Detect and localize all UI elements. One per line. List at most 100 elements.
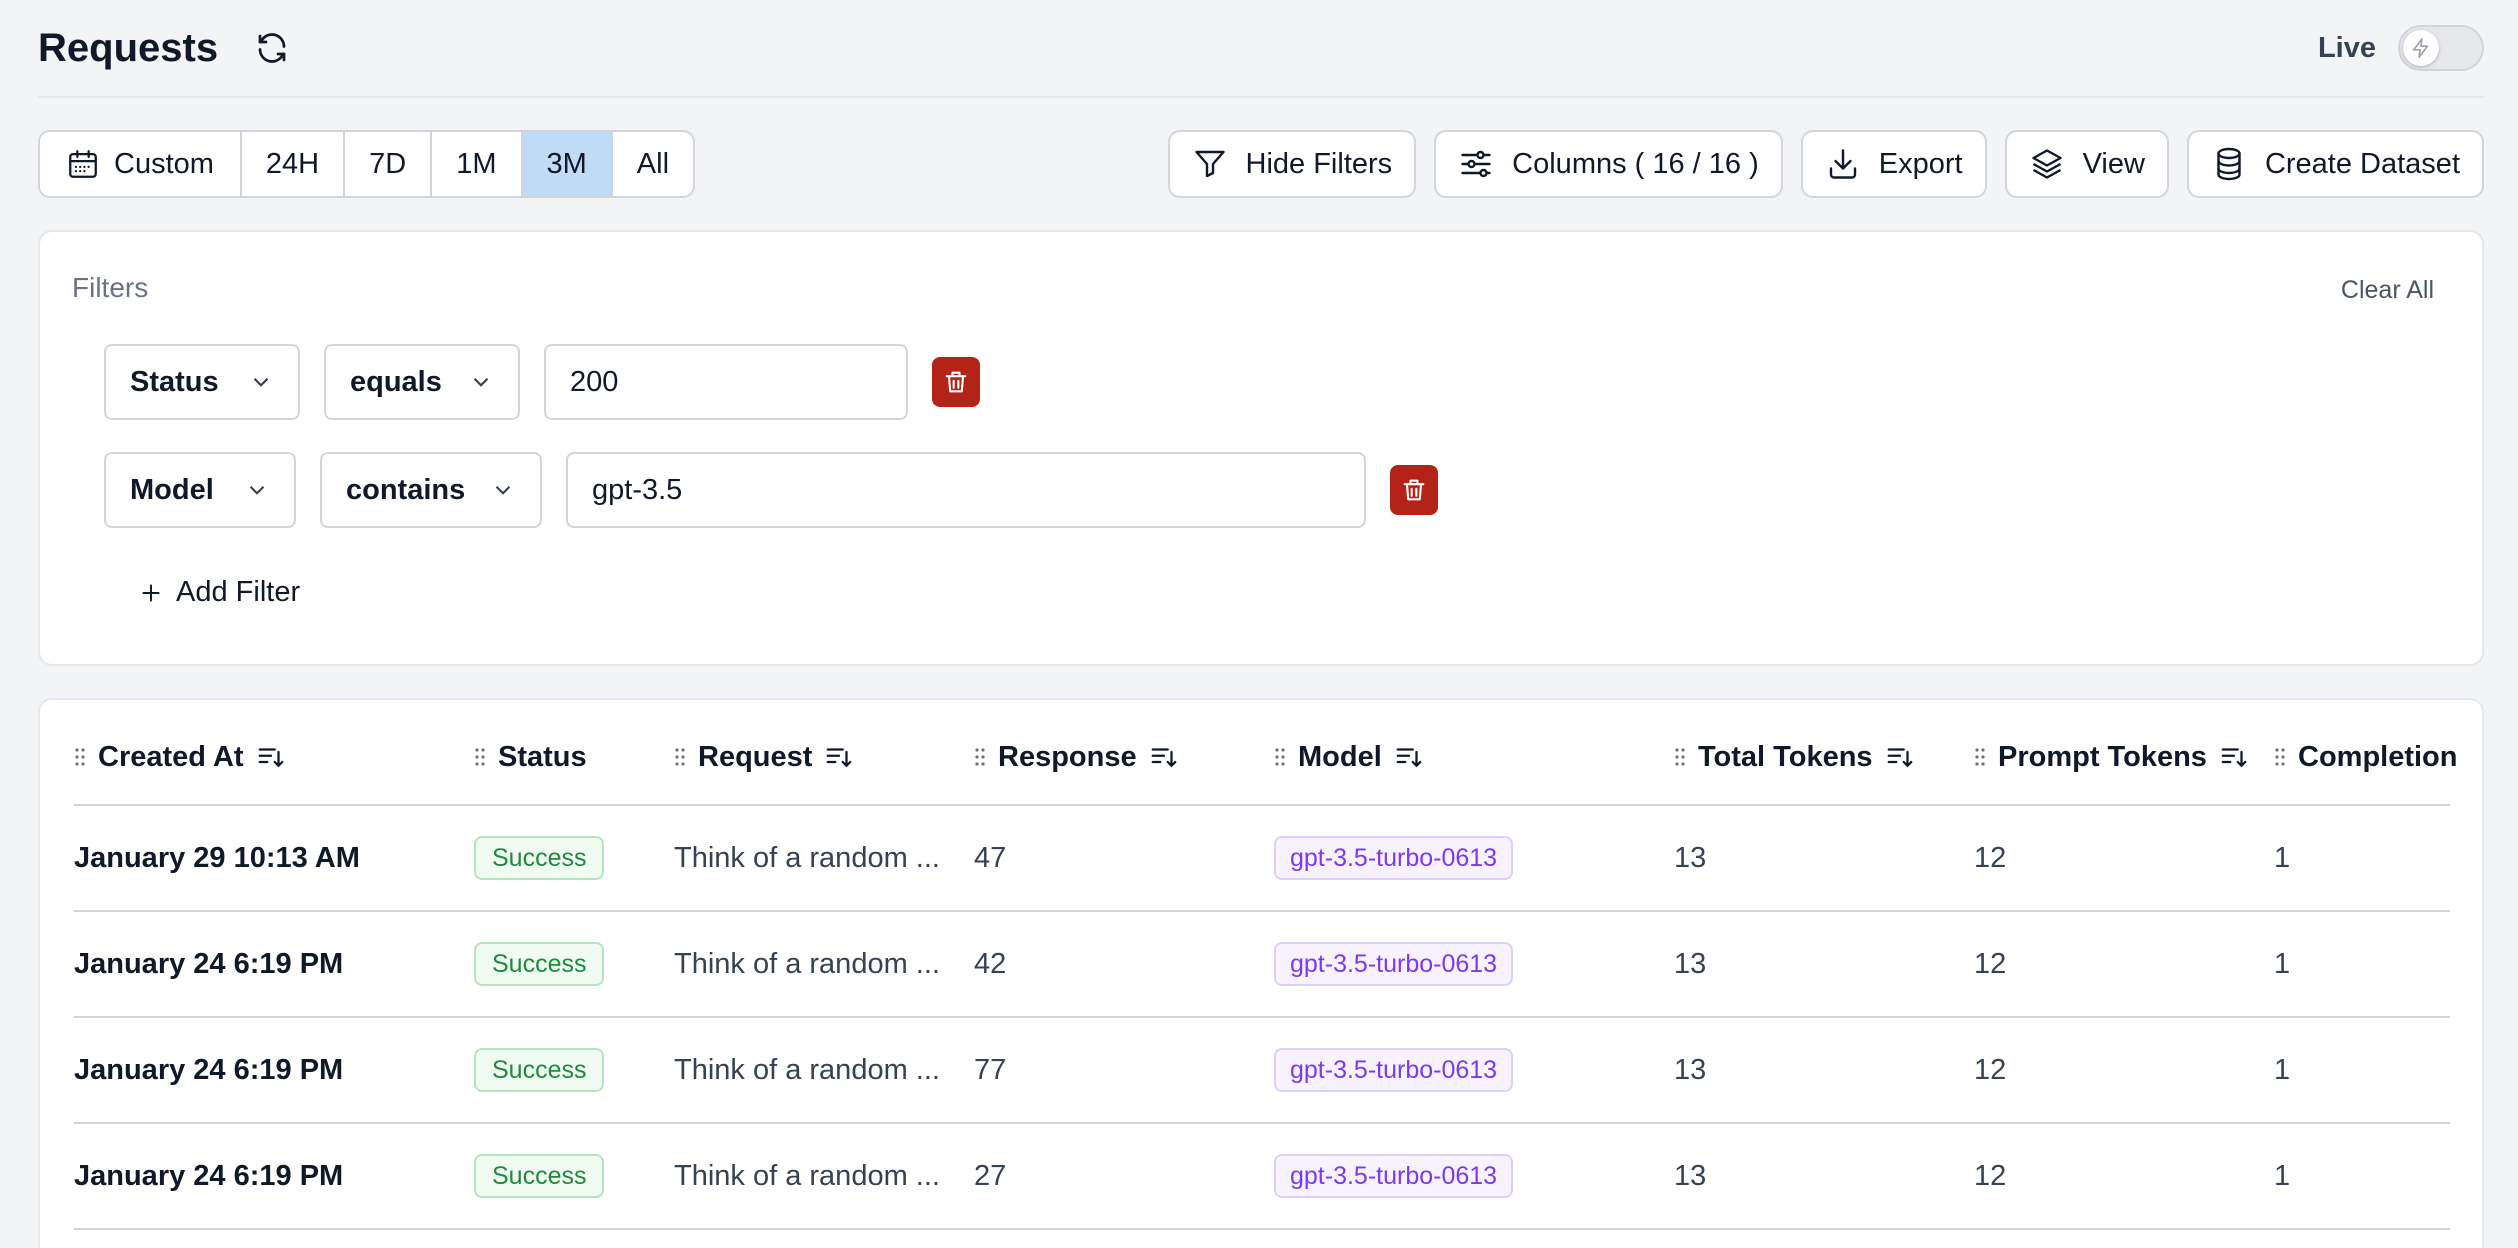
drag-handle-icon[interactable] [1274,747,1286,767]
export-button[interactable]: Export [1801,130,1987,198]
table-row[interactable]: January 29 10:13 AM Success Think of a r… [74,806,2450,912]
cell-request: Think of a random ... [674,912,940,1016]
filter-operator-value: equals [350,366,442,399]
drag-handle-icon[interactable] [1674,747,1686,767]
create-dataset-button[interactable]: Create Dataset [2187,130,2484,198]
cell-prompt-tokens: 12 [1974,1018,2006,1122]
drag-handle-icon[interactable] [674,747,686,767]
cell-completion: 1 [2274,806,2290,910]
model-badge: gpt-3.5-turbo-0613 [1274,1154,1513,1198]
range-24h-button[interactable]: 24H [242,132,345,196]
column-label: Total Tokens [1698,741,1873,774]
drag-handle-icon[interactable] [474,747,486,767]
column-header-created-at[interactable]: Created At [74,740,286,774]
refresh-icon [254,30,290,66]
column-header-status[interactable]: Status [474,740,587,774]
plus-icon [138,580,164,606]
filter-value-input[interactable] [566,452,1366,528]
cell-status: Success [474,912,604,1016]
clear-all-button[interactable]: Clear All [2341,276,2434,305]
range-1m-button[interactable]: 1M [432,132,522,196]
page-header: Requests Live [38,0,2484,98]
filter-row: Status equals [104,344,980,420]
table-header: Created At Status Request Response Model [74,700,2450,806]
cell-request: Think of a random ... [674,1018,940,1122]
status-badge: Success [474,942,604,986]
cell-completion: 1 [2274,912,2290,1016]
cell-response: 77 [974,1018,1006,1122]
calendar-icon [66,147,100,181]
column-header-response[interactable]: Response [974,740,1179,774]
filter-operator-select[interactable]: equals [324,344,520,420]
delete-filter-button[interactable] [932,357,980,407]
filter-value-input[interactable] [544,344,908,420]
sort-icon[interactable] [1885,742,1915,772]
drag-handle-icon[interactable] [2274,747,2286,767]
model-badge: gpt-3.5-turbo-0613 [1274,942,1513,986]
column-label: Completion [2298,741,2458,774]
range-3m-button[interactable]: 3M [523,132,613,196]
status-badge: Success [474,1154,604,1198]
filter-field-select[interactable]: Status [104,344,300,420]
add-filter-label: Add Filter [176,576,300,609]
view-button[interactable]: View [2005,130,2169,198]
model-badge: gpt-3.5-turbo-0613 [1274,1048,1513,1092]
bolt-icon [2410,37,2432,59]
filter-operator-select[interactable]: contains [320,452,542,528]
cell-request: Think of a random ... [674,1124,940,1228]
chevron-down-icon [490,477,516,503]
column-label: Response [998,741,1137,774]
sort-icon[interactable] [2219,742,2249,772]
column-label: Request [698,741,812,774]
range-all-button[interactable]: All [613,132,693,196]
live-label: Live [2318,32,2376,65]
cell-total-tokens: 13 [1674,1124,1706,1228]
column-header-completion[interactable]: Completion [2274,740,2458,774]
drag-handle-icon[interactable] [1974,747,1986,767]
cell-model: gpt-3.5-turbo-0613 [1274,912,1513,1016]
delete-filter-button[interactable] [1390,465,1438,515]
cell-created-at: January 24 6:19 PM [74,1124,343,1228]
toolbar: Custom 24H 7D 1M 3M All Hide Filters Col… [38,130,2484,198]
requests-table-card: Created At Status Request Response Model [38,698,2484,1248]
table-row[interactable]: January 24 6:19 PM Success Think of a ra… [74,1018,2450,1124]
create-dataset-label: Create Dataset [2265,148,2460,181]
hide-filters-label: Hide Filters [1246,148,1393,181]
page-title: Requests [38,26,218,71]
column-header-prompt-tokens[interactable]: Prompt Tokens [1974,740,2249,774]
add-filter-button[interactable]: Add Filter [138,576,300,609]
refresh-button[interactable] [252,28,292,68]
hide-filters-button[interactable]: Hide Filters [1168,130,1417,198]
sort-icon[interactable] [256,742,286,772]
filter-field-select[interactable]: Model [104,452,296,528]
table-row[interactable]: January 24 6:19 PM Success Think of a ra… [74,912,2450,1018]
column-header-request[interactable]: Request [674,740,854,774]
model-badge: gpt-3.5-turbo-0613 [1274,836,1513,880]
chevron-down-icon [244,477,270,503]
column-label: Status [498,741,587,774]
sort-icon[interactable] [1394,742,1424,772]
download-icon [1825,146,1861,182]
column-header-model[interactable]: Model [1274,740,1424,774]
time-range-group: Custom 24H 7D 1M 3M All [38,130,695,198]
table-row[interactable]: January 24 6:19 PM Success Think of a ra… [74,1124,2450,1230]
sliders-icon [1458,146,1494,182]
chevron-down-icon [468,369,494,395]
range-7d-button[interactable]: 7D [345,132,432,196]
sort-icon[interactable] [1149,742,1179,772]
header-right: Live [2318,25,2484,71]
column-label: Prompt Tokens [1998,741,2207,774]
cell-total-tokens: 13 [1674,806,1706,910]
cell-created-at: January 24 6:19 PM [74,912,343,1016]
export-label: Export [1879,148,1963,181]
live-toggle[interactable] [2398,25,2484,71]
range-custom-button[interactable]: Custom [40,132,242,196]
columns-button[interactable]: Columns ( 16 / 16 ) [1434,130,1783,198]
drag-handle-icon[interactable] [74,747,86,767]
cell-model: gpt-3.5-turbo-0613 [1274,1018,1513,1122]
filter-row: Model contains [104,452,1438,528]
column-header-total-tokens[interactable]: Total Tokens [1674,740,1915,774]
drag-handle-icon[interactable] [974,747,986,767]
sort-icon[interactable] [824,742,854,772]
cell-prompt-tokens: 12 [1974,806,2006,910]
